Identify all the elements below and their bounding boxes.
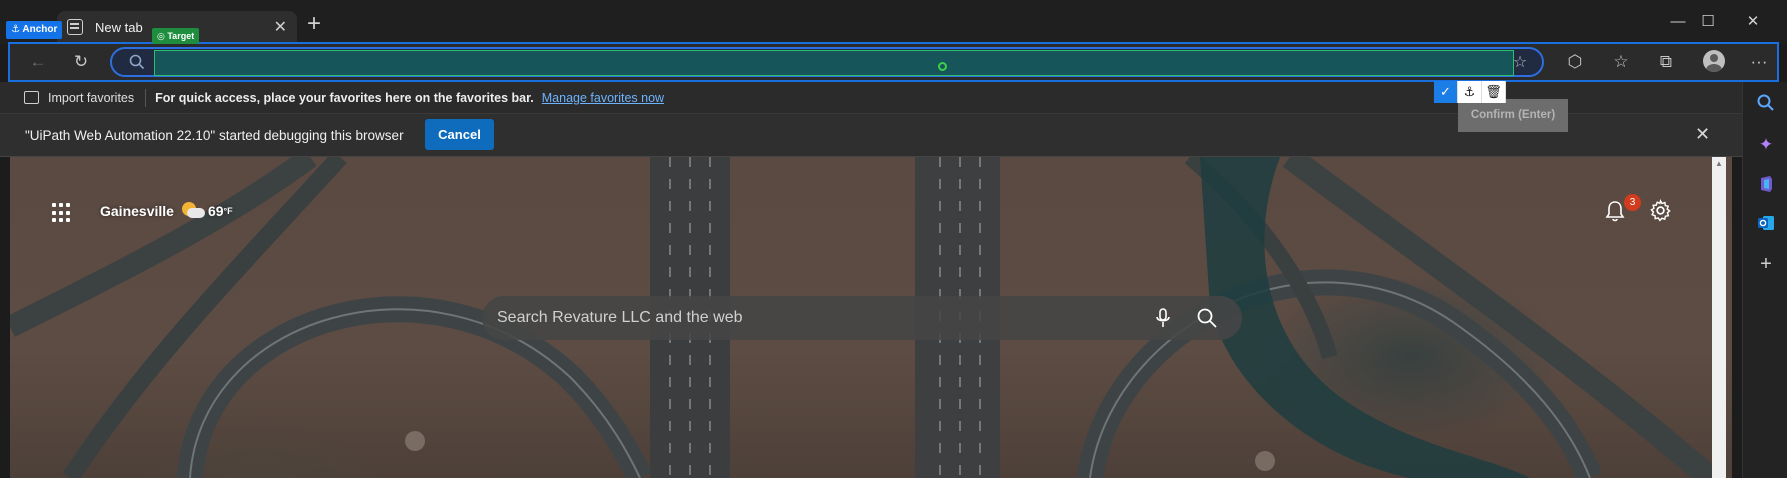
copilot-sparkle-icon[interactable]: ✦ — [1755, 134, 1777, 156]
page-scrollbar[interactable]: ▲ — [1712, 157, 1726, 478]
selection-toolbar: ✓ ⚓ 🗑 — [1434, 81, 1506, 103]
import-favorites-label: Import favorites — [48, 90, 135, 105]
target-point-icon — [938, 62, 947, 71]
weather-widget[interactable]: Gainesville 69 °F — [100, 200, 233, 222]
edge-sidebar: ✦ + — [1742, 82, 1787, 478]
weather-unit: °F — [223, 206, 233, 216]
favorites-bar-message: For quick access, place your favorites h… — [155, 90, 534, 105]
confirm-check-icon[interactable]: ✓ — [1434, 81, 1458, 103]
profile-avatar[interactable] — [1703, 50, 1725, 72]
page-settings-gear-icon[interactable] — [1649, 199, 1672, 222]
extensions-button[interactable]: ⬡ — [1563, 52, 1587, 72]
weather-location: Gainesville — [100, 203, 174, 219]
favorites-button[interactable]: ☆ — [1609, 52, 1633, 72]
collections-button[interactable]: ⧉ — [1654, 52, 1678, 72]
web-search-input[interactable] — [497, 303, 1097, 333]
sidebar-search-icon[interactable] — [1755, 93, 1777, 115]
microphone-icon[interactable] — [1152, 307, 1174, 329]
refresh-button[interactable]: ↻ — [69, 52, 93, 72]
manage-favorites-link[interactable]: Manage favorites now — [542, 91, 664, 105]
trash-icon[interactable]: 🗑 — [1482, 81, 1506, 103]
anchor-badge: ⚓ Anchor — [6, 21, 63, 39]
cancel-button[interactable]: Cancel — [425, 119, 494, 150]
browser-toolbar: ← ↻ ☆ ⬡ ☆ ⧉ ··· — [8, 42, 1779, 82]
add-sidebar-app-icon[interactable]: + — [1755, 253, 1777, 275]
maximize-button[interactable]: ☐ — [1685, 10, 1731, 34]
search-icon — [129, 54, 145, 70]
apps-launcher-icon[interactable] — [52, 203, 72, 223]
import-icon — [24, 91, 39, 104]
title-bar: New tab ✕ + — ☐ ✕ — [0, 0, 1787, 44]
notification-count-badge: 3 — [1624, 194, 1641, 211]
office-icon[interactable] — [1755, 174, 1777, 196]
notifications-bell-icon[interactable] — [1605, 200, 1625, 222]
import-favorites-button[interactable]: Import favorites — [24, 91, 134, 105]
new-tab-page-icon — [67, 19, 83, 35]
close-window-button[interactable]: ✕ — [1730, 10, 1776, 34]
divider — [145, 88, 147, 107]
weather-temperature: 69 — [207, 203, 224, 219]
anchor-icon[interactable]: ⚓ — [1458, 81, 1482, 103]
settings-more-button[interactable]: ··· — [1747, 52, 1771, 72]
infobar-message: "UiPath Web Automation 22.10" started de… — [25, 127, 404, 143]
add-favorite-icon[interactable]: ☆ — [1510, 52, 1530, 72]
partly-cloudy-icon — [181, 200, 206, 222]
tab-close-icon[interactable]: ✕ — [274, 17, 287, 37]
new-tab-button[interactable]: + — [302, 12, 326, 37]
web-search-box[interactable] — [482, 296, 1242, 340]
address-input[interactable] — [154, 50, 1514, 76]
tab-label: New tab — [95, 19, 143, 35]
infobar-close-icon[interactable]: ✕ — [1695, 124, 1710, 145]
address-bar[interactable]: ☆ — [110, 47, 1544, 77]
target-badge: ◎ Target — [152, 28, 200, 44]
back-button[interactable]: ← — [26, 52, 50, 72]
confirm-tooltip: Confirm (Enter) — [1458, 99, 1568, 132]
outlook-icon[interactable] — [1755, 213, 1777, 235]
search-submit-icon[interactable] — [1196, 307, 1218, 329]
